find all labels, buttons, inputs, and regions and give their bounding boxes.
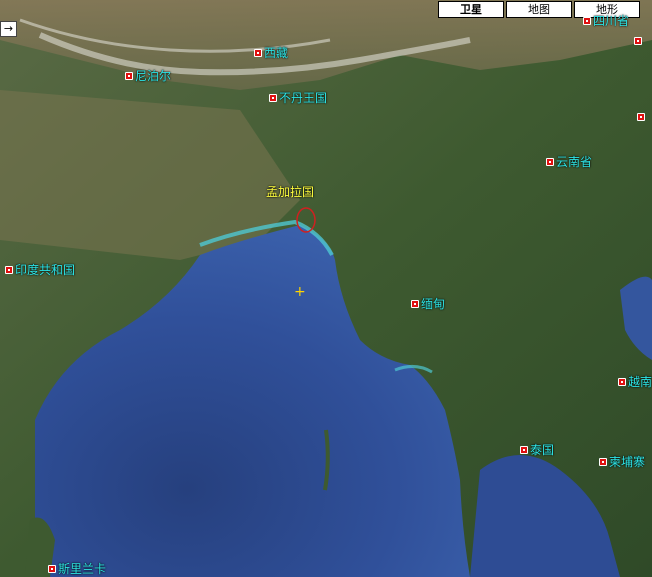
pin-icon	[634, 37, 642, 45]
place-bangladesh[interactable]: 孟加拉国	[266, 183, 314, 200]
place-pin-edge-1[interactable]	[634, 37, 642, 45]
place-thailand[interactable]: 泰国	[520, 441, 554, 458]
map-button[interactable]: 地图	[506, 1, 572, 18]
place-cambodia[interactable]: 柬埔寨	[599, 453, 645, 470]
place-label: 四川省	[593, 14, 630, 28]
place-label: 泰国	[530, 443, 555, 457]
pin-icon	[254, 48, 262, 57]
pin-icon	[5, 265, 13, 274]
place-label: 孟加拉国	[266, 185, 315, 199]
center-crosshair-icon: +	[294, 284, 306, 300]
satellite-button[interactable]: 卫星	[438, 1, 504, 18]
pin-icon	[520, 445, 528, 454]
pin-icon	[637, 113, 645, 121]
place-label: 缅甸	[421, 297, 446, 311]
place-vietnam[interactable]: 越南	[618, 373, 652, 390]
place-myanmar[interactable]: 缅甸	[411, 295, 445, 312]
place-srilanka[interactable]: 斯里兰卡	[48, 560, 106, 577]
place-label: 云南省	[556, 155, 593, 169]
nav-arrow-icon[interactable]: →	[0, 21, 17, 37]
place-pin-edge-2[interactable]	[637, 113, 645, 121]
pin-icon	[546, 157, 554, 166]
place-bhutan[interactable]: 不丹王国	[269, 89, 327, 106]
place-label: 西藏	[264, 46, 289, 60]
pin-icon	[411, 299, 419, 308]
place-label: 柬埔寨	[609, 455, 646, 469]
pin-icon	[125, 71, 133, 80]
place-label: 不丹王国	[279, 91, 328, 105]
place-india[interactable]: 印度共和国	[5, 261, 75, 278]
place-sichuan[interactable]: 四川省	[583, 12, 629, 29]
pin-icon	[269, 93, 277, 102]
place-yunnan[interactable]: 云南省	[546, 153, 592, 170]
place-label: 斯里兰卡	[58, 562, 107, 576]
place-label: 越南	[628, 375, 652, 389]
pin-icon	[599, 457, 607, 466]
place-label: 印度共和国	[15, 263, 76, 277]
pin-icon	[618, 377, 626, 386]
place-label: 尼泊尔	[135, 69, 172, 83]
pin-icon	[583, 16, 591, 25]
pin-icon	[48, 564, 56, 573]
satellite-map[interactable]	[0, 0, 652, 577]
place-xizang[interactable]: 西藏	[254, 44, 288, 61]
place-nepal[interactable]: 尼泊尔	[125, 67, 171, 84]
